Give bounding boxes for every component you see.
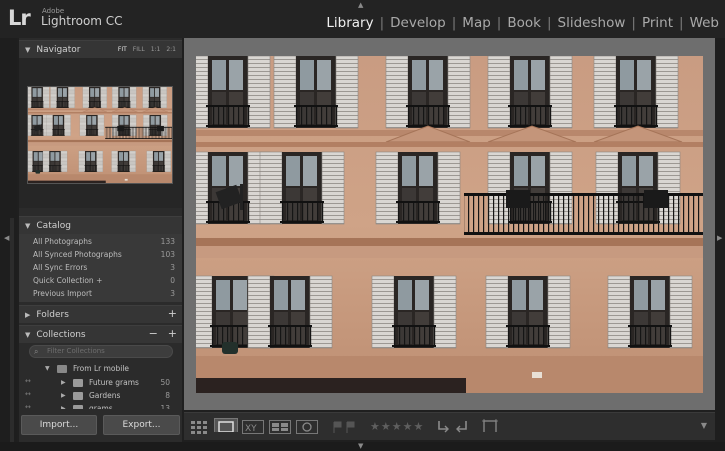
navigator-thumbnail-image xyxy=(28,87,173,184)
zoom-fill[interactable]: FILL xyxy=(133,46,145,53)
import-export-bar: Import... Export... xyxy=(19,415,182,437)
collection-row[interactable]: ↔ ▶ grams 13 xyxy=(19,403,182,409)
folders-title: Folders xyxy=(36,309,69,320)
collections-filter-input[interactable]: ⌕ Filter Collections xyxy=(29,345,173,358)
expand-triangle-icon: ▼ xyxy=(25,45,31,54)
collection-icon xyxy=(73,379,83,387)
collections-title: Collections xyxy=(36,329,86,340)
compare-view-icon[interactable]: XY xyxy=(242,420,264,434)
rotate-icon[interactable] xyxy=(436,420,470,434)
lightroom-logo: Lr xyxy=(8,6,31,30)
svg-text:XY: XY xyxy=(245,424,257,434)
zoom-1-1[interactable]: 1:1 xyxy=(151,46,161,53)
navigator-header[interactable]: ▼ Navigator FIT FILL 1:1 2:1 xyxy=(19,40,182,58)
folders-header[interactable]: ▶ Folders + xyxy=(19,305,182,323)
collapse-left-panel-icon[interactable]: ◀ xyxy=(4,234,9,242)
navigator-title: Navigator xyxy=(36,44,81,55)
right-panel-edge[interactable]: ▶ xyxy=(715,38,725,442)
loupe-view-icon[interactable] xyxy=(214,418,238,432)
collection-row[interactable]: ↔ ▶ Future grams 50 xyxy=(19,377,182,390)
app-name: Lightroom CC xyxy=(41,14,123,28)
toolbar-menu-icon[interactable]: ▼ xyxy=(701,421,707,430)
module-library[interactable]: Library xyxy=(320,15,379,31)
module-book[interactable]: Book xyxy=(501,15,547,31)
remove-collection-button[interactable]: − xyxy=(149,327,158,340)
loupe-view[interactable] xyxy=(184,38,715,410)
expand-right-panel-icon[interactable]: ▶ xyxy=(717,234,722,242)
add-folder-button[interactable]: + xyxy=(168,307,177,320)
left-scrollbar[interactable] xyxy=(10,218,14,448)
flag-icon[interactable] xyxy=(332,420,358,434)
expand-triangle-icon: ▼ xyxy=(45,365,50,372)
expand-triangle-icon: ▼ xyxy=(25,330,31,339)
catalog-item-previous-import[interactable]: Previous Import 3 xyxy=(33,287,175,300)
collapse-top-panel-icon[interactable]: ▲ xyxy=(358,1,363,9)
module-picker: Library | Develop | Map | Book | Slideshow | … xyxy=(320,15,719,31)
collection-set-row[interactable]: ▼ From Lr mobile xyxy=(19,363,182,376)
collapsed-triangle-icon: ▶ xyxy=(61,405,66,409)
module-map[interactable]: Map xyxy=(456,15,497,31)
search-icon: ⌕ xyxy=(34,347,39,356)
collection-icon xyxy=(73,405,83,409)
collection-icon xyxy=(73,392,83,400)
star-rating[interactable]: ★★★★★ xyxy=(370,420,424,433)
module-print[interactable]: Print xyxy=(636,15,679,31)
catalog-header[interactable]: ▼ Catalog xyxy=(19,216,182,234)
catalog-item-all-photographs[interactable]: All Photographs 133 xyxy=(33,235,175,248)
library-toolbar: XY ★★★★★ ▼ xyxy=(184,412,715,440)
building-facade-image xyxy=(196,56,703,393)
collapsed-triangle-icon: ▶ xyxy=(61,379,66,386)
catalog-item-quick-collection[interactable]: Quick Collection +0 xyxy=(33,274,175,287)
catalog-item-all-synced[interactable]: All Synced Photographs 103 xyxy=(33,248,175,261)
collections-header[interactable]: ▼ Collections − + xyxy=(19,325,182,343)
export-button[interactable]: Export... xyxy=(103,415,180,435)
filmstrip-edge[interactable]: ▼ xyxy=(0,442,725,451)
crop-icon[interactable] xyxy=(481,418,499,432)
import-button[interactable]: Import... xyxy=(21,415,97,435)
navigator-preview[interactable] xyxy=(27,86,173,184)
people-view-icon[interactable] xyxy=(296,420,318,434)
collapse-filmstrip-icon[interactable]: ▼ xyxy=(358,442,363,450)
expand-triangle-icon: ▼ xyxy=(25,221,31,230)
main-photo[interactable] xyxy=(196,56,703,393)
add-collection-button[interactable]: + xyxy=(168,327,177,340)
module-slideshow[interactable]: Slideshow xyxy=(552,15,632,31)
collapsed-triangle-icon: ▶ xyxy=(25,310,31,319)
collapsed-triangle-icon: ▶ xyxy=(61,392,66,399)
left-panel-edge[interactable]: ◀ xyxy=(0,38,17,448)
catalog-item-sync-errors[interactable]: All Sync Errors 3 xyxy=(33,261,175,274)
collection-row[interactable]: ↔ ▶ Gardens 8 xyxy=(19,390,182,403)
collection-set-icon xyxy=(57,365,67,373)
zoom-options: FIT FILL 1:1 2:1 xyxy=(118,46,176,53)
zoom-fit[interactable]: FIT xyxy=(118,46,127,53)
left-panel: ▼ Navigator FIT FILL 1:1 2:1 ▼ Catalog A… xyxy=(19,38,182,442)
grid-view-icon[interactable] xyxy=(190,420,210,434)
catalog-title: Catalog xyxy=(36,220,71,231)
top-bar: Lr Adobe Lightroom CC ▲ Library | Develop… xyxy=(0,0,725,38)
module-web[interactable]: Web xyxy=(684,15,719,31)
module-develop[interactable]: Develop xyxy=(384,15,452,31)
survey-view-icon[interactable] xyxy=(269,420,291,434)
zoom-2-1[interactable]: 2:1 xyxy=(166,46,176,53)
